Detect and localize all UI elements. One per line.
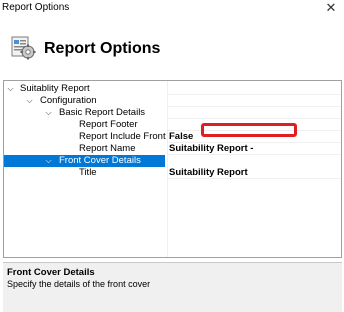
tree-row-configuration[interactable]: ⌵ Configuration	[4, 95, 341, 107]
tree-row-title[interactable]: Title Suitability Report	[4, 167, 341, 179]
chevron-down-icon[interactable]: ⌵	[25, 95, 34, 107]
title-bar: Report Options ✕	[0, 0, 344, 18]
tree-row-label: Suitablity Report	[20, 83, 90, 94]
dialog-header: Report Options	[0, 18, 344, 80]
description-text: Specify the details of the front cover	[7, 279, 151, 289]
chevron-down-icon[interactable]: ⌵	[6, 83, 15, 95]
tree-row-basic-report-details[interactable]: ⌵ Basic Report Details	[4, 107, 341, 119]
report-gear-icon	[11, 36, 36, 60]
tree-row-label: Report Name	[79, 143, 136, 154]
tree-row-label: Report Footer	[79, 119, 138, 130]
tree-row-label: Front Cover Details	[59, 155, 141, 166]
tree-row-label: Basic Report Details	[59, 107, 146, 118]
description-panel: Front Cover Details Specify the details …	[3, 262, 342, 312]
window-title: Report Options	[2, 2, 70, 13]
close-icon[interactable]: ✕	[324, 0, 338, 16]
tree-row-report-name[interactable]: Report Name Suitability Report -	[4, 143, 341, 155]
property-grid[interactable]: ⌵ Suitablity Report ⌵ Configuration ⌵ Ba…	[3, 80, 342, 258]
chevron-down-icon[interactable]: ⌵	[44, 107, 53, 119]
tree-row-label: Report Include Front	[79, 131, 166, 142]
tree-row-label: Title	[79, 167, 97, 178]
chevron-down-icon[interactable]: ⌵	[44, 155, 53, 167]
tree-row-suitability-report[interactable]: ⌵ Suitablity Report	[4, 83, 341, 95]
tree-row-report-include-front[interactable]: Report Include Front False	[4, 131, 341, 143]
tree-row-label: Configuration	[40, 95, 97, 106]
dialog-heading: Report Options	[44, 40, 161, 57]
description-title: Front Cover Details	[7, 267, 95, 278]
tree-row-front-cover-details[interactable]: ⌵ Front Cover Details	[4, 155, 165, 167]
tree-row-report-footer[interactable]: Report Footer	[4, 119, 341, 131]
